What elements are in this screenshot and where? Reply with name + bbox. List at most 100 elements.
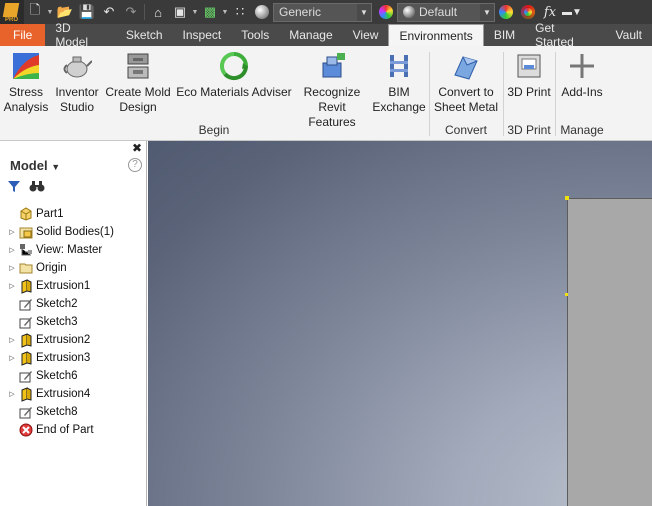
expand-icon[interactable]: ▷: [6, 264, 18, 272]
tree-item-part1[interactable]: Part1: [0, 205, 147, 223]
part-face[interactable]: [567, 198, 652, 506]
expand-icon[interactable]: ▷: [6, 390, 18, 398]
expand-icon[interactable]: ▷: [6, 246, 18, 254]
tab-inspect[interactable]: Inspect: [173, 24, 232, 46]
create-mold-design-label: Create Mold Design: [105, 85, 171, 114]
image-icon[interactable]: ▣: [169, 2, 191, 22]
tree-item-extrusion1[interactable]: ▷ Extrusion1: [0, 277, 147, 295]
tab-manage[interactable]: Manage: [279, 24, 342, 46]
recognize-revit-features-label: Recognize Revit Features: [303, 85, 361, 129]
appearance-select[interactable]: Default ▼: [397, 2, 495, 22]
vertex-point[interactable]: [565, 196, 569, 200]
model-browser-panel: ✖ Model ▼ ? Part1 ▷ Solid Bodies(1) ▷ Vi…: [0, 141, 147, 506]
appearance-color-wheel-icon[interactable]: [375, 2, 397, 22]
close-icon[interactable]: ✖: [132, 141, 142, 155]
group-label-manage: Manage: [560, 123, 604, 137]
save-icon[interactable]: 💾: [76, 2, 98, 22]
tab-sketch[interactable]: Sketch: [116, 24, 173, 46]
tree-item-sketch3[interactable]: Sketch3: [0, 313, 147, 331]
chevron-down-icon: ▼: [51, 162, 61, 172]
filter-icon[interactable]: [7, 180, 21, 196]
browser-toolbar: [7, 180, 45, 196]
adjust-appearance-icon[interactable]: [495, 2, 517, 22]
group-label-3d-print: 3D Print: [507, 123, 551, 137]
tree-item-label: Sketch3: [36, 316, 78, 328]
extrusion-icon: [18, 332, 34, 348]
undo-icon[interactable]: ↶: [98, 2, 120, 22]
image-dropdown-icon[interactable]: ▼: [191, 9, 199, 16]
tab-tools[interactable]: Tools: [231, 24, 279, 46]
material-ball-icon[interactable]: [251, 2, 273, 22]
customize-toolbar-icon[interactable]: ▬▼: [561, 2, 583, 22]
stress-analysis-button[interactable]: Stress Analysis: [3, 50, 49, 115]
expand-icon[interactable]: ▷: [6, 336, 18, 344]
tree-item-extrusion4[interactable]: ▷ Extrusion4: [0, 385, 147, 403]
tree-item-label: View: Master: [36, 244, 103, 256]
stress-analysis-icon: [10, 50, 42, 82]
sketch-dots-icon[interactable]: ∷: [229, 2, 251, 22]
chevron-down-icon[interactable]: ▼: [480, 3, 494, 21]
inventor-studio-button[interactable]: Inventor Studio: [51, 50, 103, 115]
tab-vault[interactable]: Vault: [606, 24, 652, 46]
tab-view[interactable]: View: [343, 24, 389, 46]
sketch-icon: [18, 369, 34, 384]
tree-item-view-master[interactable]: ▷ View: Master: [0, 241, 147, 259]
3d-print-button[interactable]: 3D Print: [505, 50, 553, 100]
sketch-icon: [18, 405, 34, 420]
tab-get-started[interactable]: Get Started: [525, 21, 605, 49]
end-of-part-icon: [18, 423, 34, 438]
tree-item-extrusion3[interactable]: ▷ Extrusion3: [0, 349, 147, 367]
tree-item-sketch6[interactable]: Sketch6: [0, 367, 147, 385]
tree-item-solid-bodies[interactable]: ▷ Solid Bodies(1): [0, 223, 147, 241]
tree-item-label: Extrusion3: [36, 352, 91, 364]
recognize-revit-features-button[interactable]: Recognize Revit Features: [294, 50, 370, 130]
clear-appearance-icon[interactable]: [517, 2, 539, 22]
home-icon[interactable]: ⌂: [147, 2, 169, 22]
material-value: Generic: [279, 5, 322, 19]
select-dropdown-icon[interactable]: ▼: [221, 9, 229, 16]
expand-icon[interactable]: ▷: [6, 282, 18, 290]
tree-item-sketch8[interactable]: Sketch8: [0, 403, 147, 421]
graphics-viewport[interactable]: [148, 141, 652, 506]
open-folder-icon[interactable]: 📂: [54, 2, 76, 22]
edge-midpoint[interactable]: [565, 293, 568, 296]
chevron-down-icon[interactable]: ▼: [357, 3, 371, 21]
view-representation-icon: [18, 243, 34, 258]
tree-item-sketch2[interactable]: Sketch2: [0, 295, 147, 313]
tree-item-label: Sketch2: [36, 298, 78, 310]
sketch-icon: [18, 315, 34, 330]
mold-design-icon: [122, 50, 154, 82]
fx-parameters-icon[interactable]: fx: [539, 2, 561, 22]
convert-to-sheet-metal-button[interactable]: Convert to Sheet Metal: [432, 50, 500, 115]
eco-materials-adviser-button[interactable]: Eco Materials Adviser: [175, 50, 293, 100]
tree-item-extrusion2[interactable]: ▷ Extrusion2: [0, 331, 147, 349]
create-mold-design-button[interactable]: Create Mold Design: [104, 50, 172, 115]
select-icon[interactable]: ▩: [199, 2, 221, 22]
folder-icon: [18, 261, 34, 276]
inventor-pro-logo[interactable]: PRO: [0, 0, 24, 24]
solid-bodies-folder-icon: [18, 225, 34, 240]
add-ins-button[interactable]: Add-Ins: [558, 50, 606, 100]
eco-materials-adviser-label: Eco Materials Adviser: [176, 85, 292, 99]
group-divider: [429, 52, 430, 136]
material-select[interactable]: Generic ▼: [273, 2, 372, 22]
tab-3d-model[interactable]: 3D Model: [45, 21, 116, 49]
tab-environments[interactable]: Environments: [388, 24, 484, 46]
browser-title[interactable]: Model ▼: [10, 158, 60, 173]
tree-item-origin[interactable]: ▷ Origin: [0, 259, 147, 277]
expand-icon[interactable]: ▷: [6, 354, 18, 362]
tree-item-end-of-part[interactable]: End of Part: [0, 421, 147, 439]
ribbon-panel: Stress Analysis Inventor Studio Create M…: [0, 46, 652, 141]
eco-recycle-icon: [218, 50, 250, 82]
expand-icon[interactable]: ▷: [6, 228, 18, 236]
redo-icon[interactable]: ↷: [120, 2, 142, 22]
new-dropdown-icon[interactable]: ▼: [46, 9, 54, 16]
tab-file[interactable]: File: [0, 24, 46, 46]
bim-exchange-button[interactable]: BIM Exchange: [372, 50, 426, 115]
new-file-icon[interactable]: 🗋: [24, 2, 46, 22]
extrusion-icon: [18, 278, 34, 294]
3d-print-label: 3D Print: [507, 85, 551, 99]
tab-bim[interactable]: BIM: [484, 24, 525, 46]
binoculars-icon[interactable]: [29, 180, 45, 196]
help-icon[interactable]: ?: [128, 158, 142, 172]
